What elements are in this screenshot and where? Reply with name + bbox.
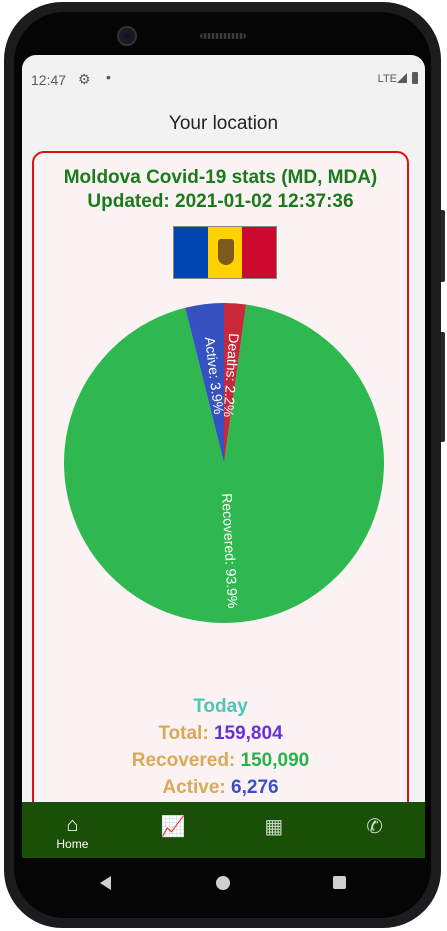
country-title: Moldova Covid-19 stats (MD, MDA)	[63, 167, 378, 188]
back-icon[interactable]	[100, 876, 111, 890]
phone-icon: ✆	[366, 816, 384, 838]
volume-button	[441, 210, 445, 282]
system-home-icon[interactable]	[216, 876, 230, 890]
status-time: 12:47	[31, 72, 67, 88]
recents-icon[interactable]	[333, 876, 346, 889]
earpiece-speaker	[200, 33, 246, 39]
system-navigation	[22, 858, 425, 908]
status-bar: 12:47 ⚙ • LTE	[22, 55, 425, 103]
flag-band-red	[242, 227, 276, 278]
updated-timestamp: Updated: 2021-01-02 12:37:36	[87, 191, 354, 212]
gear-icon: ⚙	[78, 71, 91, 87]
network-type: LTE	[377, 73, 397, 85]
app-screen: 12:47 ⚙ • LTE Your location Moldova Covi…	[22, 55, 425, 858]
country-flag	[173, 226, 277, 279]
total-row: Total: 159,804	[34, 720, 407, 747]
front-camera	[117, 26, 137, 46]
stats-card: Moldova Covid-19 stats (MD, MDA) Updated…	[32, 151, 409, 858]
flag-band-blue	[174, 227, 208, 278]
page-title: Your location	[168, 113, 279, 134]
total-label: Total:	[158, 723, 209, 744]
total-value: 159,804	[213, 723, 283, 744]
nav-table[interactable]: ▦	[224, 802, 325, 858]
bottom-navigation: ⌂ Home 📈 ▦ ✆	[22, 802, 425, 858]
nav-home[interactable]: ⌂ Home	[22, 802, 123, 858]
recovered-label: Recovered:	[131, 750, 236, 771]
recovered-value: 150,090	[240, 750, 310, 771]
active-row: Active: 6,276	[34, 774, 407, 801]
chart-icon: 📈	[160, 816, 186, 838]
active-label: Active:	[162, 777, 226, 798]
nav-charts[interactable]: 📈	[123, 802, 224, 858]
home-icon: ⌂	[66, 814, 79, 836]
flag-emblem-icon	[218, 239, 234, 265]
notification-dot-icon: •	[106, 69, 111, 85]
nav-contacts[interactable]: ✆	[324, 802, 425, 858]
covid-pie-chart: Recovered: 93.9%Deaths: 2.2%Active: 3.9%	[63, 303, 384, 623]
power-button	[441, 332, 445, 442]
recovered-row: Recovered: 150,090	[34, 747, 407, 774]
signal-icon	[397, 73, 407, 83]
battery-icon	[412, 72, 418, 84]
today-heading: Today	[193, 696, 248, 717]
table-icon: ▦	[264, 816, 284, 838]
active-value: 6,276	[231, 777, 279, 798]
today-stats: Today Total: 159,804 Recovered: 150,090 …	[34, 693, 407, 801]
nav-home-label: Home	[56, 837, 89, 851]
